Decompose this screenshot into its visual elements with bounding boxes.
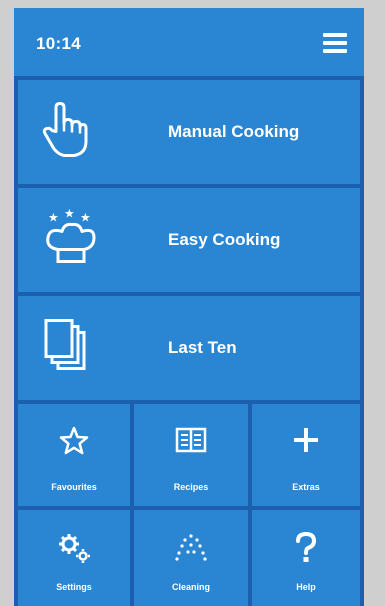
help-label: Help [296, 582, 316, 592]
pointing-hand-icon [42, 102, 88, 163]
extras-tile[interactable]: Extras [252, 404, 360, 506]
settings-label: Settings [56, 582, 92, 592]
svg-text:★: ★ [48, 211, 59, 225]
manual-cooking-tile[interactable]: Manual Cooking [18, 80, 360, 184]
plus-icon [292, 426, 320, 459]
extras-label: Extras [292, 482, 320, 492]
svg-text:★: ★ [80, 211, 91, 225]
easy-cooking-label: Easy Cooking [168, 230, 281, 249]
clock-time: 10:14 [36, 34, 81, 53]
settings-tile[interactable]: Settings [18, 510, 130, 606]
svg-text:★: ★ [64, 208, 75, 221]
help-tile[interactable]: Help [252, 510, 360, 606]
last-ten-tile[interactable]: Last Ten [18, 296, 360, 400]
app-screen: 10:14 Manual Cooking ★ ★ ★ Easy Cooking … [14, 8, 364, 606]
recipes-label: Recipes [173, 482, 209, 492]
easy-cooking-tile[interactable]: ★ ★ ★ Easy Cooking [18, 188, 360, 292]
favourites-label: Favourites [51, 482, 97, 492]
favourites-tile[interactable]: Favourites [18, 404, 130, 506]
top-bar: 10:14 [14, 8, 364, 76]
chef-hat-stars-icon: ★ ★ ★ [42, 207, 100, 273]
star-icon [59, 426, 89, 461]
last-ten-label: Last Ten [168, 338, 237, 357]
recipes-tile[interactable]: Recipes [134, 404, 248, 506]
hamburger-menu-icon[interactable] [322, 30, 348, 56]
stacked-pages-icon [42, 317, 92, 380]
question-mark-icon [295, 531, 317, 569]
gears-icon [57, 532, 91, 569]
manual-cooking-label: Manual Cooking [168, 122, 300, 141]
spray-drops-icon [174, 532, 208, 567]
cleaning-label: Cleaning [171, 582, 210, 592]
book-icon [175, 426, 207, 459]
cleaning-tile[interactable]: Cleaning [134, 510, 248, 606]
